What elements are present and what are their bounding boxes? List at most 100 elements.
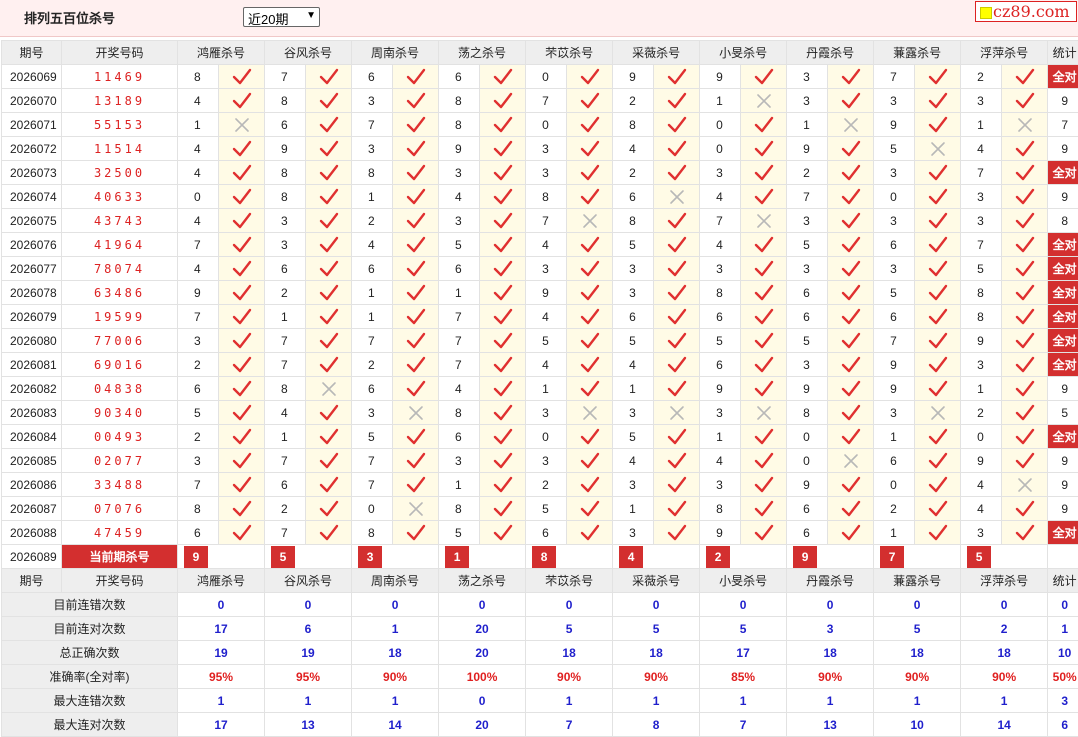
kill-pick: 2 bbox=[351, 208, 394, 233]
check-icon bbox=[916, 524, 960, 542]
kill-pick: 7 bbox=[264, 352, 307, 377]
summary-value: 17 bbox=[699, 640, 788, 665]
cross-icon bbox=[742, 93, 786, 109]
kill-pick: 8 bbox=[438, 400, 481, 425]
kill-pick: 8 bbox=[786, 400, 829, 425]
kill-pick: 3 bbox=[873, 208, 916, 233]
table-row: 2026078 63486 9 2 1 1 9 3 8 6 5 8 全对 bbox=[1, 280, 1078, 305]
result-mark bbox=[653, 376, 701, 401]
result-mark bbox=[479, 496, 527, 521]
kill-pick: 5 bbox=[960, 256, 1003, 281]
kill-pick: 4 bbox=[699, 232, 742, 257]
summary-value: 1 bbox=[873, 688, 962, 713]
check-icon bbox=[220, 476, 264, 494]
cross-icon bbox=[916, 141, 960, 157]
check-icon bbox=[568, 140, 612, 158]
kill-pick: 7 bbox=[960, 160, 1003, 185]
result-mark bbox=[1001, 304, 1049, 329]
check-icon bbox=[916, 356, 960, 374]
result-mark bbox=[479, 160, 527, 185]
table-row: 2026086 33488 7 6 7 1 2 3 3 9 0 4 9 bbox=[1, 472, 1078, 497]
result-mark bbox=[217, 400, 266, 425]
draw-number: 41964 bbox=[61, 232, 178, 257]
all-right-badge: 全对 bbox=[1047, 304, 1078, 329]
check-icon bbox=[1003, 380, 1047, 398]
check-icon bbox=[220, 380, 264, 398]
result-mark bbox=[827, 520, 875, 545]
col-header-expert: 周南杀号 bbox=[351, 40, 440, 65]
result-mark bbox=[392, 472, 440, 497]
table-row: 2026077 78074 4 6 6 6 3 3 3 3 3 5 全对 bbox=[1, 256, 1078, 281]
issue-number: 2026085 bbox=[1, 448, 62, 473]
result-mark bbox=[653, 304, 701, 329]
summary-value: 1 bbox=[525, 688, 614, 713]
result-mark bbox=[392, 352, 440, 377]
issue-number: 2026070 bbox=[1, 88, 62, 113]
issue-number: 2026078 bbox=[1, 280, 62, 305]
site-logo[interactable]: cz89.com bbox=[975, 1, 1077, 22]
kill-pick: 3 bbox=[351, 136, 394, 161]
check-icon bbox=[1003, 212, 1047, 230]
period-select[interactable]: 近20期 ▼ bbox=[243, 7, 320, 27]
col-header-expert: 小旻杀号 bbox=[699, 568, 788, 593]
check-icon bbox=[481, 140, 525, 158]
check-icon bbox=[829, 92, 873, 110]
check-icon bbox=[1003, 236, 1047, 254]
check-icon bbox=[394, 308, 438, 326]
draw-number: 90340 bbox=[61, 400, 178, 425]
stat-count: 5 bbox=[1047, 400, 1078, 425]
check-icon bbox=[1003, 404, 1047, 422]
check-icon bbox=[916, 236, 960, 254]
result-mark bbox=[653, 208, 701, 233]
kill-pick: 3 bbox=[438, 208, 481, 233]
issue-number: 2026079 bbox=[1, 304, 62, 329]
result-mark bbox=[217, 184, 266, 209]
result-mark bbox=[479, 184, 527, 209]
current-stat-empty bbox=[1047, 544, 1078, 569]
kill-pick: 2 bbox=[873, 496, 916, 521]
result-mark bbox=[914, 256, 962, 281]
kill-pick: 1 bbox=[960, 376, 1003, 401]
kill-pick: 9 bbox=[786, 136, 829, 161]
cross-icon bbox=[568, 405, 612, 421]
draw-number: 04838 bbox=[61, 376, 178, 401]
check-icon bbox=[1003, 164, 1047, 182]
check-icon bbox=[742, 68, 786, 86]
current-kill-cell: 2 bbox=[699, 544, 788, 569]
col-header-expert: 丹霞杀号 bbox=[786, 568, 875, 593]
issue-number: 2026081 bbox=[1, 352, 62, 377]
check-icon bbox=[568, 476, 612, 494]
kill-pick: 2 bbox=[525, 472, 568, 497]
check-icon bbox=[220, 188, 264, 206]
kill-pick: 1 bbox=[264, 304, 307, 329]
table-row: 2026075 43743 4 3 2 3 7 8 7 3 3 3 8 bbox=[1, 208, 1078, 233]
check-icon bbox=[481, 332, 525, 350]
check-icon bbox=[829, 284, 873, 302]
summary-value: 10 bbox=[873, 712, 962, 737]
result-mark bbox=[217, 352, 266, 377]
result-mark bbox=[653, 64, 701, 89]
check-icon bbox=[394, 188, 438, 206]
summary-value: 14 bbox=[960, 712, 1049, 737]
check-icon bbox=[829, 404, 873, 422]
kill-pick: 2 bbox=[264, 496, 307, 521]
current-kill-cell: 1 bbox=[438, 544, 527, 569]
result-mark bbox=[914, 376, 962, 401]
result-mark bbox=[740, 472, 788, 497]
result-mark bbox=[566, 352, 614, 377]
stat-count: 8 bbox=[1047, 208, 1078, 233]
check-icon bbox=[916, 116, 960, 134]
result-mark bbox=[740, 328, 788, 353]
summary-value: 1 bbox=[176, 688, 266, 713]
result-mark bbox=[827, 376, 875, 401]
kill-pick: 0 bbox=[525, 112, 568, 137]
result-mark bbox=[305, 328, 353, 353]
kill-pick: 5 bbox=[786, 328, 829, 353]
stat-count: 7 bbox=[1047, 112, 1078, 137]
col-header-expert: 蒹露杀号 bbox=[873, 568, 962, 593]
result-mark bbox=[566, 520, 614, 545]
kill-pick: 3 bbox=[786, 352, 829, 377]
kill-pick: 2 bbox=[786, 160, 829, 185]
col-header-expert: 丹霞杀号 bbox=[786, 40, 875, 65]
check-icon bbox=[307, 500, 351, 518]
